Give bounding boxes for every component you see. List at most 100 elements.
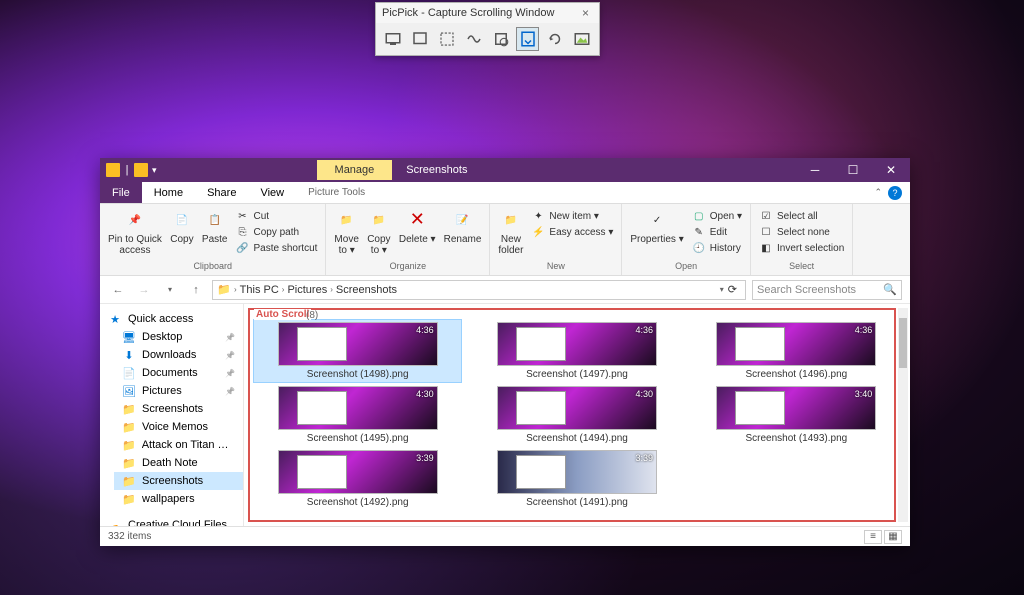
moveto-icon: 📁 [335,208,359,232]
close-button[interactable]: ✕ [872,158,910,182]
select-none-button[interactable]: ☐Select none [757,224,846,240]
pin-quick-access-button[interactable]: 📌 Pin to Quick access [106,206,164,258]
tab-picture-tools[interactable]: Picture Tools [296,182,377,203]
content-pane[interactable]: Auto Scroll (8) 4:36Screenshot (1498).pn… [244,304,910,526]
thumbnail-time: 3:40 [855,389,873,399]
sidebar-item[interactable]: 🖼Pictures [114,382,243,400]
tab-view[interactable]: View [248,182,296,203]
cut-button[interactable]: ✂Cut [234,208,320,224]
picpick-tool-row [376,23,599,55]
paste-shortcut-button[interactable]: 🔗Paste shortcut [234,240,320,256]
new-folder-button[interactable]: 📁New folder [496,206,525,258]
select-all-button[interactable]: ☑Select all [757,208,846,224]
newfolder-icon: 📁 [499,208,523,232]
copy-button[interactable]: 📄 Copy [168,206,196,247]
thumbnail-image: 4:36 [716,322,876,366]
new-item-button[interactable]: ✦New item ▾ [529,208,615,224]
tab-home[interactable]: Home [142,182,195,203]
tab-share[interactable]: Share [195,182,248,203]
selectnone-icon: ☐ [759,225,773,239]
sidebar-item-label: Desktop [142,331,182,343]
scrolling-icon[interactable] [516,27,539,51]
thumbnail-time: 4:36 [855,325,873,335]
newitem-icon: ✦ [531,209,545,223]
maximize-button[interactable]: ☐ [834,158,872,182]
rename-button[interactable]: 📝Rename [442,206,484,247]
pictures-icon: 🖼 [122,384,136,398]
delete-icon: ✕ [405,208,429,232]
history-button[interactable]: 🕘History [690,240,744,256]
copy-path-button[interactable]: ⎘Copy path [234,224,320,240]
tab-file[interactable]: File [100,182,142,203]
minimize-button[interactable]: ─ [796,158,834,182]
titlebar[interactable]: | ▾ Manage Screenshots ─ ☐ ✕ [100,158,910,182]
chevron-right-icon[interactable]: › [234,285,237,294]
titlebar-qat: | ▾ [100,163,157,177]
delete-button[interactable]: ✕Delete ▾ [397,206,438,247]
thumbnails-view-button[interactable]: ▦ [884,530,902,544]
refresh-icon[interactable]: ⟳ [728,283,737,296]
help-icon[interactable]: ? [888,186,902,200]
group-label-organize: Organize [332,261,483,273]
sidebar-item[interactable]: 📁Death Note [114,454,243,472]
window-icon[interactable] [409,27,432,51]
sidebar-item[interactable]: 📁Attack on Titan Season 1 [114,436,243,454]
sidebar-item[interactable]: 📁Voice Memos [114,418,243,436]
breadcrumb-seg[interactable]: Pictures› [287,284,332,296]
sidebar-item[interactable]: 📁wallpapers [114,490,243,508]
search-input[interactable]: Search Screenshots 🔍 [752,280,902,300]
scrollbar-thumb[interactable] [899,318,907,368]
thumbnail-image: 3:39 [497,450,657,494]
sidebar-item[interactable]: 📁Screenshots [114,472,243,490]
edit-button[interactable]: ✎Edit [690,224,744,240]
picpick-close-icon[interactable]: × [578,6,593,20]
properties-button[interactable]: ✓Properties ▾ [628,206,685,247]
freehand-icon[interactable] [463,27,486,51]
window-title: Screenshots [392,164,467,176]
vertical-scrollbar[interactable] [898,308,908,522]
picpick-titlebar[interactable]: PicPick - Capture Scrolling Window × [376,3,599,23]
open-button[interactable]: ▢Open ▾ [690,208,744,224]
auto-scroll-label: Auto Scroll [254,309,311,320]
sidebar-item[interactable]: ⬇Downloads [114,346,243,364]
fixed-region-icon[interactable] [490,27,513,51]
breadcrumb-seg[interactable]: This PC› [240,284,285,296]
group-label-new: New [496,261,615,273]
sidebar-item[interactable]: 📄Documents [114,364,243,382]
copy-to-button[interactable]: 📁Copy to ▾ [365,206,393,258]
fullscreen-icon[interactable] [382,27,405,51]
dropdown-icon[interactable]: ▾ [720,285,724,294]
thumbnail-time: 4:36 [416,325,434,335]
easy-access-button[interactable]: ⚡Easy access ▾ [529,224,615,240]
easyaccess-icon: ⚡ [531,225,545,239]
navigation-pane: ★Quick access 🖥 Desktop ⬇Downloads📄Documen… [100,304,244,526]
up-button[interactable]: ↑ [186,280,206,300]
breadcrumb-seg[interactable]: Screenshots [336,284,397,296]
ribbon: 📌 Pin to Quick access 📄 Copy 📋 Paste ✂Cu… [100,204,910,276]
image-icon[interactable] [570,27,593,51]
region-icon[interactable] [436,27,459,51]
sidebar-item[interactable]: 📁Screenshots [114,400,243,418]
desktop-icon: 🖥 [122,330,136,344]
sidebar-item-label: Documents [142,367,198,379]
chevron-right-icon: › [282,285,285,294]
recent-dropdown-icon[interactable]: ▾ [160,280,180,300]
collapse-ribbon-icon[interactable]: ⌃ [874,187,882,198]
qat-dropdown-icon[interactable]: ▾ [150,165,157,176]
forward-button[interactable]: → [134,280,154,300]
invert-selection-button[interactable]: ◧Invert selection [757,240,846,256]
folder-icon: 📁 [122,456,136,470]
move-to-button[interactable]: 📁Move to ▾ [332,206,360,258]
folder-icon: 📁 [122,438,136,452]
repeat-icon[interactable] [543,27,566,51]
sidebar-item[interactable]: 🖥 Desktop [114,328,243,346]
group-label-select: Select [757,261,846,273]
breadcrumb[interactable]: 📁 › This PC› Pictures› Screenshots ▾ ⟳ [212,280,746,300]
details-view-button[interactable]: ≡ [864,530,882,544]
paste-button[interactable]: 📋 Paste [200,206,230,247]
sidebar-quick-access[interactable]: ★Quick access [100,310,243,328]
open-icon: ▢ [692,209,706,223]
sidebar-creative-cloud[interactable]: ☁Creative Cloud Files [100,516,243,526]
back-button[interactable]: ← [108,280,128,300]
chevron-right-icon: › [330,285,333,294]
